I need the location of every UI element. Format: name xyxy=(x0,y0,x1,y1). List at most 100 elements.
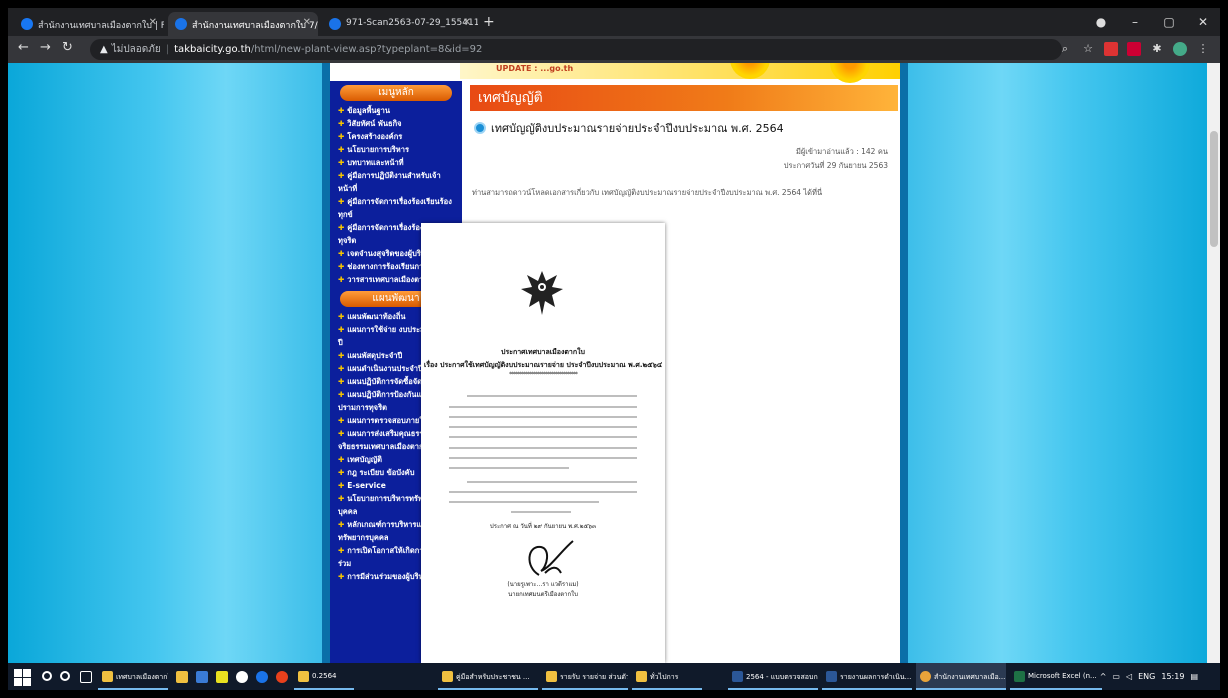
taskbar-window[interactable]: ทั่วไปการ xyxy=(632,663,702,690)
network-icon[interactable]: ▭ xyxy=(1112,663,1120,690)
folder-icon xyxy=(442,671,453,682)
bullet-icon: ✚ xyxy=(338,223,345,232)
post-date: ประกาศวันที่ 29 กันยายน 2563 xyxy=(783,161,888,170)
language-indicator[interactable]: ENG xyxy=(1138,663,1155,690)
download-intro[interactable]: ท่านสามารถดาวน์โหลดเอกสารเกี่ยวกับ เทศบั… xyxy=(470,187,898,199)
forward-icon[interactable]: → xyxy=(40,40,51,55)
bullet-icon: ✚ xyxy=(338,249,345,258)
taskbar-window[interactable]: เทศบาลเมืองตากใบ... xyxy=(98,663,168,690)
taskbar-window[interactable]: รายรับ รายจ่าย ส่วนตัว xyxy=(542,663,628,690)
facebook-icon xyxy=(21,18,33,30)
sidebar-menu-item[interactable]: ✚ โครงสร้างองค์กร xyxy=(330,130,462,143)
bullet-icon: ✚ xyxy=(338,158,345,167)
taskbar-window[interactable]: รายงานผลการดำเนิน... xyxy=(822,663,912,690)
bullet-icon: ✚ xyxy=(338,455,345,464)
tab-facebook[interactable]: สำนักงานเทศบาลเมืองตากใบ | Faceb ✕ xyxy=(14,12,164,36)
task-view-icon[interactable] xyxy=(80,671,92,683)
pinned-app-icon[interactable] xyxy=(236,671,248,683)
volume-icon[interactable]: ◁ xyxy=(1126,663,1132,690)
taskbar-window[interactable]: Microsoft Excel (n... xyxy=(1010,663,1102,690)
excel-icon xyxy=(1014,671,1025,682)
taskbar-window-label: รายงานผลการดำเนิน... xyxy=(840,673,912,681)
bullet-icon: ✚ xyxy=(338,171,345,180)
taskbar-window[interactable]: 0.2564 xyxy=(294,663,354,690)
bullet-icon: ✚ xyxy=(338,416,345,425)
taskbar-window-label: รายรับ รายจ่าย ส่วนตัว xyxy=(560,673,628,681)
sidebar-menu-item[interactable]: ✚ บทบาทและหน้าที่ xyxy=(330,156,462,169)
tab-takbai[interactable]: สำนักงานเทศบาลเมืองตากใบ 7/55 ห ✕ xyxy=(168,12,318,36)
bullet-icon: ✚ xyxy=(338,275,345,284)
post-meta: มีผู้เข้ามาอ่านแล้ว : 142 คน ประกาศวันที… xyxy=(470,145,898,173)
document-divider: ********************************** xyxy=(509,371,578,378)
bullet-icon: ✚ xyxy=(338,262,345,271)
search-icon[interactable] xyxy=(42,671,52,681)
taskbar-window[interactable]: สำนักงานเทศบาลเมือ... xyxy=(916,663,1006,690)
separator: | xyxy=(165,44,170,55)
scrollbar-thumb[interactable] xyxy=(1210,131,1218,247)
warning-icon[interactable]: ▲ xyxy=(100,44,108,55)
signer-role: นายกเทศมนตรีเมืองตากใบ xyxy=(508,591,578,598)
new-tab-button[interactable]: + xyxy=(483,14,495,30)
kebab-menu-icon[interactable]: ⋮ xyxy=(1196,42,1210,56)
document-title: ประกาศเทศบาลเมืองตากใบ xyxy=(501,348,585,356)
post-title: เทศบัญญัติงบประมาณรายจ่ายประจำปีงบประมาณ… xyxy=(470,119,898,137)
notification-icon[interactable]: ▤ xyxy=(1190,663,1198,690)
bullet-icon: ✚ xyxy=(338,106,345,115)
extension-icon[interactable] xyxy=(1104,42,1118,56)
folder-icon xyxy=(636,671,647,682)
zoom-icon[interactable]: ⌕ xyxy=(1058,42,1072,56)
close-window-button[interactable]: ✕ xyxy=(1186,8,1220,36)
sidebar-menu-item[interactable]: ✚ วิสัยทัศน์ พันธกิจ xyxy=(330,117,462,130)
avatar[interactable] xyxy=(1173,42,1187,56)
store-icon[interactable] xyxy=(196,671,208,683)
chrome-icon[interactable] xyxy=(256,671,268,683)
clock[interactable]: 15:19 xyxy=(1161,663,1184,690)
minimize-button[interactable]: – xyxy=(1118,8,1152,36)
maximize-button[interactable]: ▢ xyxy=(1152,8,1186,36)
extension-icons: ⌕ ☆ ✱ ⋮ xyxy=(1058,42,1210,56)
bullet-icon: ✚ xyxy=(338,119,345,128)
browser-toolbar: ← → ↻ ▲ ไม่ปลอดภัย | takbaicity.go.th/html/… xyxy=(8,36,1220,63)
sidebar-menu-label: แผนพัฒนาท้องถิ่น xyxy=(347,312,406,321)
chevron-up-icon[interactable]: ^ xyxy=(1100,663,1107,690)
section-heading: เทศบัญญัติ xyxy=(470,85,898,111)
sidebar-menu-label: คู่มือการปฏิบัติงานสำหรับเจ้าหน้าที่ xyxy=(338,171,441,193)
taskbar-window-label: คู่มือสำหรับประชาชน ... xyxy=(456,673,530,681)
address-bar[interactable]: ▲ ไม่ปลอดภัย | takbaicity.go.th/html/new-pl… xyxy=(90,39,1062,60)
bullet-icon: ✚ xyxy=(338,494,345,503)
sidebar-menu-label: แผนการส่งเสริมคุณธรรม จริยธรรมเทศบาลเมือ… xyxy=(338,429,432,451)
bookmark-star-icon[interactable]: ☆ xyxy=(1081,42,1095,56)
document-scan-image[interactable]: ประกาศเทศบาลเมืองตากใบ เรื่อง ประกาศใช้เ… xyxy=(421,223,665,663)
sidebar-menu-item[interactable]: ✚ ข้อมูลพื้นฐาน xyxy=(330,104,462,117)
taskbar-window[interactable]: 2564 - แบบตรวจสอบการ... xyxy=(728,663,818,690)
url-path: /html/new-plant-view.asp?typeplant=8&id=… xyxy=(250,44,483,55)
site-container: UPDATE : ...go.th เมนูหลัก ✚ ข้อมูลพื้นฐา… xyxy=(330,63,900,663)
extension-icon[interactable] xyxy=(1127,42,1141,56)
tab-pdf[interactable]: 971-Scan2563-07-29_155411.pdf ✕ xyxy=(322,12,478,36)
file-explorer-icon[interactable] xyxy=(176,671,188,683)
close-icon[interactable]: ✕ xyxy=(303,17,311,28)
page-scrollbar[interactable] xyxy=(1207,63,1220,663)
browser-tab-bar: สำนักงานเทศบาลเมืองตากใบ | Faceb ✕ สำนัก… xyxy=(8,8,1220,36)
cortana-icon[interactable] xyxy=(60,671,70,681)
close-icon[interactable]: ✕ xyxy=(463,17,471,28)
sidebar-menu-item[interactable]: ✚ คู่มือการปฏิบัติงานสำหรับเจ้าหน้าที่ xyxy=(330,169,462,195)
sidebar-menu-item[interactable]: ✚ นโยบายการบริหาร xyxy=(330,143,462,156)
close-icon[interactable]: ✕ xyxy=(149,17,157,28)
taskbar-window[interactable]: คู่มือสำหรับประชาชน ... xyxy=(438,663,538,690)
bullet-icon: ✚ xyxy=(338,325,345,334)
sidebar-menu-item[interactable]: ✚ คู่มือการจัดการเรื่องร้องเรียนร้องทุกข์ xyxy=(330,195,462,221)
pinned-app-icon[interactable] xyxy=(276,671,288,683)
profile-icon[interactable]: ● xyxy=(1084,8,1118,36)
pinned-app-icon[interactable] xyxy=(216,671,228,683)
puzzle-icon[interactable]: ✱ xyxy=(1150,42,1164,56)
document-text-line xyxy=(449,467,569,469)
reload-icon[interactable]: ↻ xyxy=(62,40,73,55)
document-text-line xyxy=(467,481,637,483)
bullet-icon: ✚ xyxy=(338,377,345,386)
windows-start-button[interactable] xyxy=(12,667,32,687)
security-label[interactable]: ไม่ปลอดภัย xyxy=(112,44,161,55)
bullet-icon: ✚ xyxy=(338,546,345,555)
view-count: มีผู้เข้ามาอ่านแล้ว : 142 คน xyxy=(795,147,888,156)
back-icon[interactable]: ← xyxy=(18,40,29,55)
